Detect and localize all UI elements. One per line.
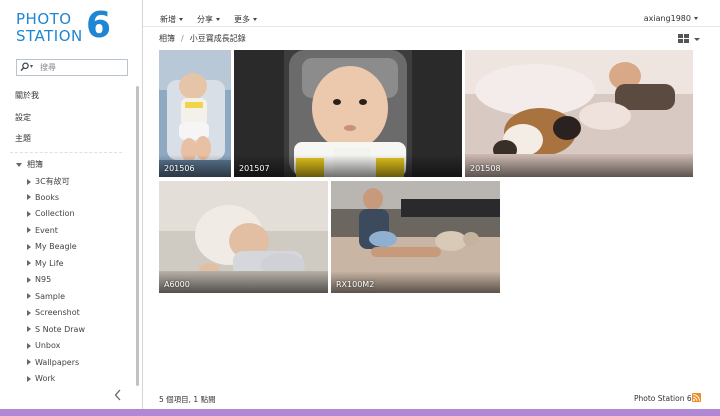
album-caption: 201508 (470, 164, 501, 173)
rss-icon[interactable] (692, 393, 701, 402)
collapsed-arrow-icon[interactable] (27, 375, 31, 382)
collapsed-arrow-icon[interactable] (27, 194, 31, 200)
search-icon[interactable] (20, 62, 29, 74)
collapse-sidebar-icon[interactable] (114, 389, 122, 403)
search-options-chevron-icon[interactable]: ▾ (30, 63, 33, 70)
sidebar-album-item[interactable]: My Beagle (27, 242, 77, 251)
footer-brand: Photo Station 6 (634, 394, 692, 403)
sidebar-album-label: Work (35, 374, 56, 383)
sidebar-album-label: My Life (35, 258, 64, 268)
logo-text-photo: PHOTO (16, 10, 72, 28)
album-caption: 201507 (239, 164, 270, 173)
album-caption: A6000 (164, 280, 190, 289)
collapsed-arrow-icon[interactable] (27, 293, 31, 299)
menu-theme[interactable]: 主題 (15, 133, 31, 144)
view-mode-toggle[interactable] (678, 33, 702, 45)
collapsed-arrow-icon[interactable] (27, 359, 31, 365)
search-placeholder: 搜尋 (40, 63, 56, 72)
sidebar-album-item[interactable]: Books (27, 193, 59, 202)
album-thumbnail-201507[interactable]: 201507 (234, 50, 462, 177)
item-count: 5 個項目, 1 點閱 (159, 395, 216, 404)
desktop-taskbar-edge (0, 409, 720, 416)
sidebar-album-item[interactable]: Screenshot (27, 308, 80, 317)
album-thumbnail-201508[interactable]: 201508 (465, 50, 693, 177)
sidebar-album-label: Unbox (35, 341, 61, 350)
sidebar-album-item[interactable]: 3C有故可 (27, 176, 70, 187)
collapsed-arrow-icon[interactable] (27, 326, 31, 332)
breadcrumb-separator: / (181, 34, 184, 43)
albums-tree-root-label: 相簿 (27, 160, 43, 169)
sidebar-divider (10, 152, 122, 153)
breadcrumb: 相簿 / 小豆寶成長記錄 (159, 33, 246, 44)
album-thumbnail-rx100m2[interactable]: RX100M2 (331, 181, 500, 293)
album-caption: RX100M2 (336, 280, 375, 289)
username: axiang1980 (643, 14, 691, 23)
top-toolbar: 新增 分享 更多 axiang1980 (143, 0, 720, 27)
photo-station-logo[interactable]: PHOTO STATION 6 (16, 5, 116, 48)
grid-view-icon[interactable] (678, 33, 702, 45)
user-menu-chevron-icon (694, 17, 698, 20)
breadcrumb-current: 小豆寶成長記錄 (189, 34, 246, 43)
sidebar-album-item[interactable]: Event (27, 226, 58, 235)
expanded-arrow-icon[interactable] (16, 162, 22, 167)
collapsed-arrow-icon[interactable] (27, 309, 31, 316)
user-menu[interactable]: axiang1980 (644, 14, 698, 23)
logo-digit: 6 (86, 5, 112, 46)
sidebar-album-label: Wallpapers (35, 357, 80, 367)
sidebar-album-label: N95 (35, 275, 52, 284)
albums-tree-root[interactable]: 相簿 (16, 159, 43, 170)
sidebar-album-item[interactable]: My Life (27, 259, 64, 268)
search-input[interactable]: ▾ 搜尋 (16, 59, 128, 76)
sidebar-album-label: My Beagle (35, 242, 77, 251)
sidebar-album-item[interactable]: Work (27, 374, 55, 383)
sidebar-album-label: Books (35, 192, 60, 202)
menu-settings[interactable]: 設定 (15, 112, 31, 123)
new-menu-label: 新增 (160, 15, 176, 24)
sidebar-album-label: Collection (35, 209, 75, 218)
sidebar-album-label: S Note Draw (35, 324, 85, 334)
collapsed-arrow-icon[interactable] (27, 210, 31, 217)
collapsed-arrow-icon[interactable] (27, 260, 31, 266)
more-menu-chevron-icon (253, 18, 257, 21)
logo-text-station: STATION (16, 27, 83, 45)
album-thumbnail-a6000[interactable]: A6000 (159, 181, 328, 293)
sidebar-album-label: 3C有故可 (35, 177, 70, 186)
share-menu-label: 分享 (197, 15, 213, 24)
sidebar-album-item[interactable]: Collection (27, 209, 75, 218)
collapsed-arrow-icon[interactable] (27, 243, 31, 250)
more-menu-button[interactable]: 更多 (234, 14, 257, 25)
share-menu-button[interactable]: 分享 (197, 14, 220, 25)
album-caption: 201506 (164, 164, 195, 173)
collapsed-arrow-icon[interactable] (27, 342, 31, 349)
sidebar-album-label: Event (35, 225, 58, 235)
album-thumbnail-201506[interactable]: 201506 (159, 50, 231, 177)
sidebar-album-item[interactable]: Wallpapers (27, 358, 79, 367)
sidebar-album-item[interactable]: Unbox (27, 341, 60, 350)
sidebar-album-item[interactable]: N95 (27, 275, 51, 284)
breadcrumb-root[interactable]: 相簿 (159, 34, 175, 43)
sidebar: PHOTO STATION 6 ▾ 搜尋 關於我 設定 主題 相簿 3C有故可 B… (0, 0, 143, 409)
collapsed-arrow-icon[interactable] (27, 227, 31, 233)
share-menu-chevron-icon (216, 18, 220, 21)
menu-about-me[interactable]: 關於我 (15, 90, 39, 101)
sidebar-scrollbar[interactable] (136, 86, 139, 386)
sidebar-album-item[interactable]: Sample (27, 292, 65, 301)
sidebar-album-label: Screenshot (35, 308, 80, 317)
sidebar-album-item[interactable]: S Note Draw (27, 325, 85, 334)
collapsed-arrow-icon[interactable] (27, 178, 31, 185)
sidebar-album-label: Sample (35, 291, 65, 301)
collapsed-arrow-icon[interactable] (27, 276, 31, 283)
new-menu-chevron-icon (179, 18, 183, 21)
more-menu-label: 更多 (234, 15, 250, 24)
new-menu-button[interactable]: 新增 (160, 14, 183, 25)
